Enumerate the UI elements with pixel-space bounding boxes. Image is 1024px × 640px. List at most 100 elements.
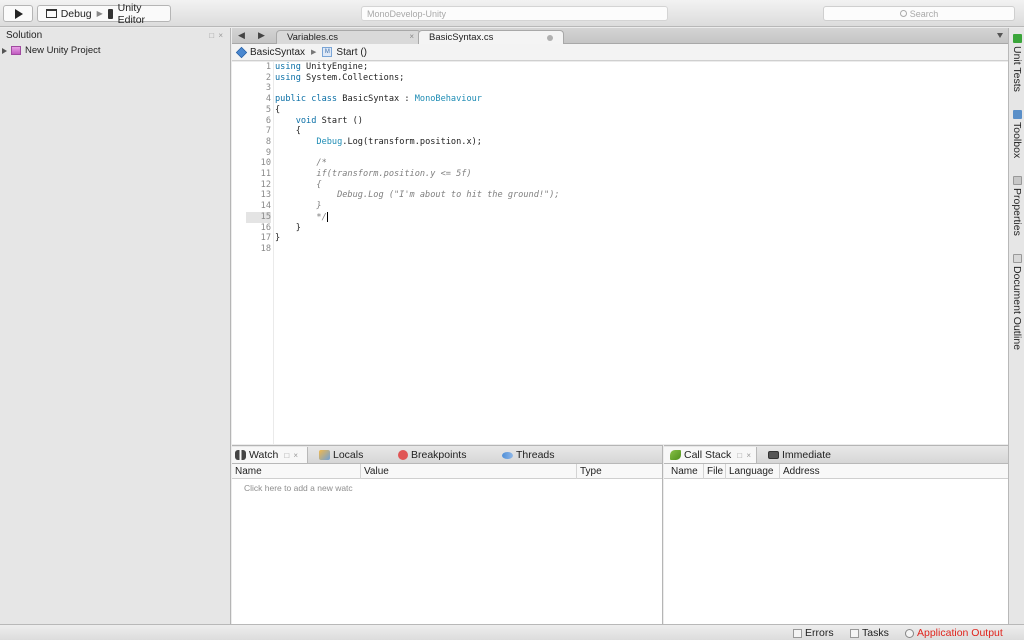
dock-document-outline[interactable]: Document Outline: [1010, 254, 1024, 350]
tab-label: Watch: [249, 449, 279, 461]
code-line[interactable]: 17}: [232, 233, 1008, 244]
line-number: 4: [265, 94, 271, 105]
threads-icon: [502, 451, 513, 459]
application-output-button[interactable]: Application Output: [905, 626, 1003, 640]
tab-threads[interactable]: Threads: [499, 447, 555, 463]
status-bar: Errors Tasks Application Output: [0, 624, 1024, 640]
tasks-button[interactable]: Tasks: [850, 626, 889, 640]
code-line[interactable]: 5{: [232, 105, 1008, 116]
code-line[interactable]: 12 {: [232, 180, 1008, 191]
column-label: Type: [580, 466, 602, 477]
code-editor[interactable]: 1 using UnityEngine; 2 using System.Collect…: [232, 62, 1008, 444]
line-number: 18: [260, 243, 271, 254]
line-number: 2: [265, 72, 271, 83]
status-display: MonoDevelop-Unity: [361, 6, 668, 21]
pad-controls[interactable]: □ ×: [284, 451, 299, 460]
comment-text: */: [275, 212, 327, 223]
column-header-name[interactable]: Name: [232, 464, 361, 479]
errors-label: Errors: [805, 627, 834, 639]
tab-call-stack[interactable]: Call Stack □ ×: [664, 447, 757, 463]
tab-locals[interactable]: Locals: [316, 447, 363, 463]
code-text: Debug.Log ("I'm about to hit the ground!…: [275, 190, 560, 201]
column-header-language[interactable]: Language: [726, 464, 780, 479]
code-text: }: [275, 201, 321, 212]
dock-label: Toolbox: [1011, 122, 1023, 159]
code-line[interactable]: 10 /*: [232, 158, 1008, 169]
breadcrumb-method[interactable]: Start (): [336, 47, 367, 58]
line-number: 7: [265, 126, 271, 137]
code-line[interactable]: 9: [232, 148, 1008, 159]
text-caret: [326, 211, 328, 222]
tab-immediate[interactable]: Immediate: [765, 447, 831, 463]
window-icon: [46, 9, 57, 18]
code-line[interactable]: 7 {: [232, 126, 1008, 137]
tab-basicsyntax-cs[interactable]: BasicSyntax.cs: [418, 30, 564, 44]
search-input[interactable]: Search: [823, 6, 1015, 21]
code-line[interactable]: 18: [232, 244, 1008, 255]
pad-controls[interactable]: □ ×: [209, 31, 224, 40]
add-watch-prompt[interactable]: Click here to add a new watc: [244, 483, 353, 493]
column-header-file[interactable]: File: [704, 464, 726, 479]
terminal-icon: [768, 451, 779, 459]
toolbox-icon: [1012, 110, 1022, 119]
warning-icon: [793, 628, 802, 638]
main-toolbar: Debug ▶ Unity Editor MonoDevelop-Unity S…: [0, 0, 1024, 27]
tab-breakpoints[interactable]: Breakpoints: [395, 447, 466, 463]
tab-label: Call Stack: [684, 449, 732, 461]
chevron-right-icon: ▶: [311, 49, 317, 56]
code-line[interactable]: 15 */: [232, 211, 1008, 223]
code-text: public class BasicSyntax : MonoBehaviour: [275, 94, 482, 105]
code-line[interactable]: 13 Debug.Log ("I'm about to hit the grou…: [232, 190, 1008, 201]
line-number: 3: [265, 83, 271, 94]
pad-controls[interactable]: □ ×: [737, 451, 752, 460]
errors-button[interactable]: Errors: [793, 626, 834, 640]
code-line[interactable]: 8 Debug.Log(transform.position.x);: [232, 137, 1008, 148]
column-label: Name: [671, 466, 698, 477]
tab-scroll-right-icon[interactable]: ▶: [258, 30, 265, 41]
column-label: File: [707, 466, 724, 477]
line-number: 9: [265, 147, 271, 158]
configuration-label: Debug: [60, 7, 92, 20]
column-header-type[interactable]: Type: [577, 464, 663, 479]
code-text: }: [275, 222, 301, 233]
tab-watch[interactable]: Watch □ ×: [232, 447, 308, 463]
code-line[interactable]: 11 if(transform.position.y <= 5f): [232, 169, 1008, 180]
tab-variables-cs[interactable]: Variables.cs ×: [276, 30, 421, 44]
watch-grid-header: Name Value Type: [232, 464, 662, 479]
code-line[interactable]: 2 using System.Collections;: [232, 73, 1008, 84]
close-icon[interactable]: ×: [409, 32, 414, 41]
code-line[interactable]: 6 void Start (): [232, 116, 1008, 127]
unsaved-indicator-icon[interactable]: [547, 35, 553, 41]
line-number: 17: [260, 233, 271, 244]
code-line[interactable]: 14 }: [232, 201, 1008, 212]
dock-label: Properties: [1011, 188, 1023, 236]
column-header-name[interactable]: Name: [668, 464, 704, 479]
solution-pad: Solution □ × New Unity Project: [0, 28, 231, 624]
comment-text: Debug.Log ("I'm about to hit the ground!…: [275, 190, 560, 201]
code-line[interactable]: 4 public class BasicSyntax : MonoBehaviou…: [232, 94, 1008, 105]
code-text: using UnityEngine;: [275, 62, 369, 72]
tab-scroll-left-icon[interactable]: ◀: [238, 30, 245, 41]
tab-list-dropdown-icon[interactable]: [997, 33, 1003, 38]
expand-arrow-icon[interactable]: [2, 47, 7, 54]
code-line[interactable]: 16 }: [232, 223, 1008, 234]
method-icon: M: [322, 47, 333, 57]
column-label: Name: [235, 466, 262, 477]
keyword-token: using: [275, 62, 301, 72]
code-line[interactable]: 1 using UnityEngine;: [232, 62, 1008, 73]
code-text: Debug.Log(transform.position.x);: [316, 136, 482, 147]
solution-tree-item-project[interactable]: New Unity Project: [0, 44, 230, 57]
column-header-address[interactable]: Address: [780, 464, 1008, 479]
solution-title: Solution: [6, 29, 43, 41]
dock-toolbox[interactable]: Toolbox: [1010, 110, 1024, 158]
dock-unit-tests[interactable]: Unit Tests: [1010, 34, 1024, 92]
build-configuration-selector[interactable]: Debug ▶ Unity Editor: [37, 2, 171, 26]
application-output-label: Application Output: [917, 627, 1003, 639]
column-header-value[interactable]: Value: [361, 464, 577, 479]
run-button[interactable]: [3, 5, 33, 22]
breadcrumb-class[interactable]: BasicSyntax: [250, 47, 305, 58]
chevron-right-icon: ▶: [96, 9, 103, 18]
code-line[interactable]: 3: [232, 83, 1008, 94]
dock-properties[interactable]: Properties: [1010, 176, 1024, 236]
status-text: MonoDevelop-Unity: [367, 8, 447, 19]
